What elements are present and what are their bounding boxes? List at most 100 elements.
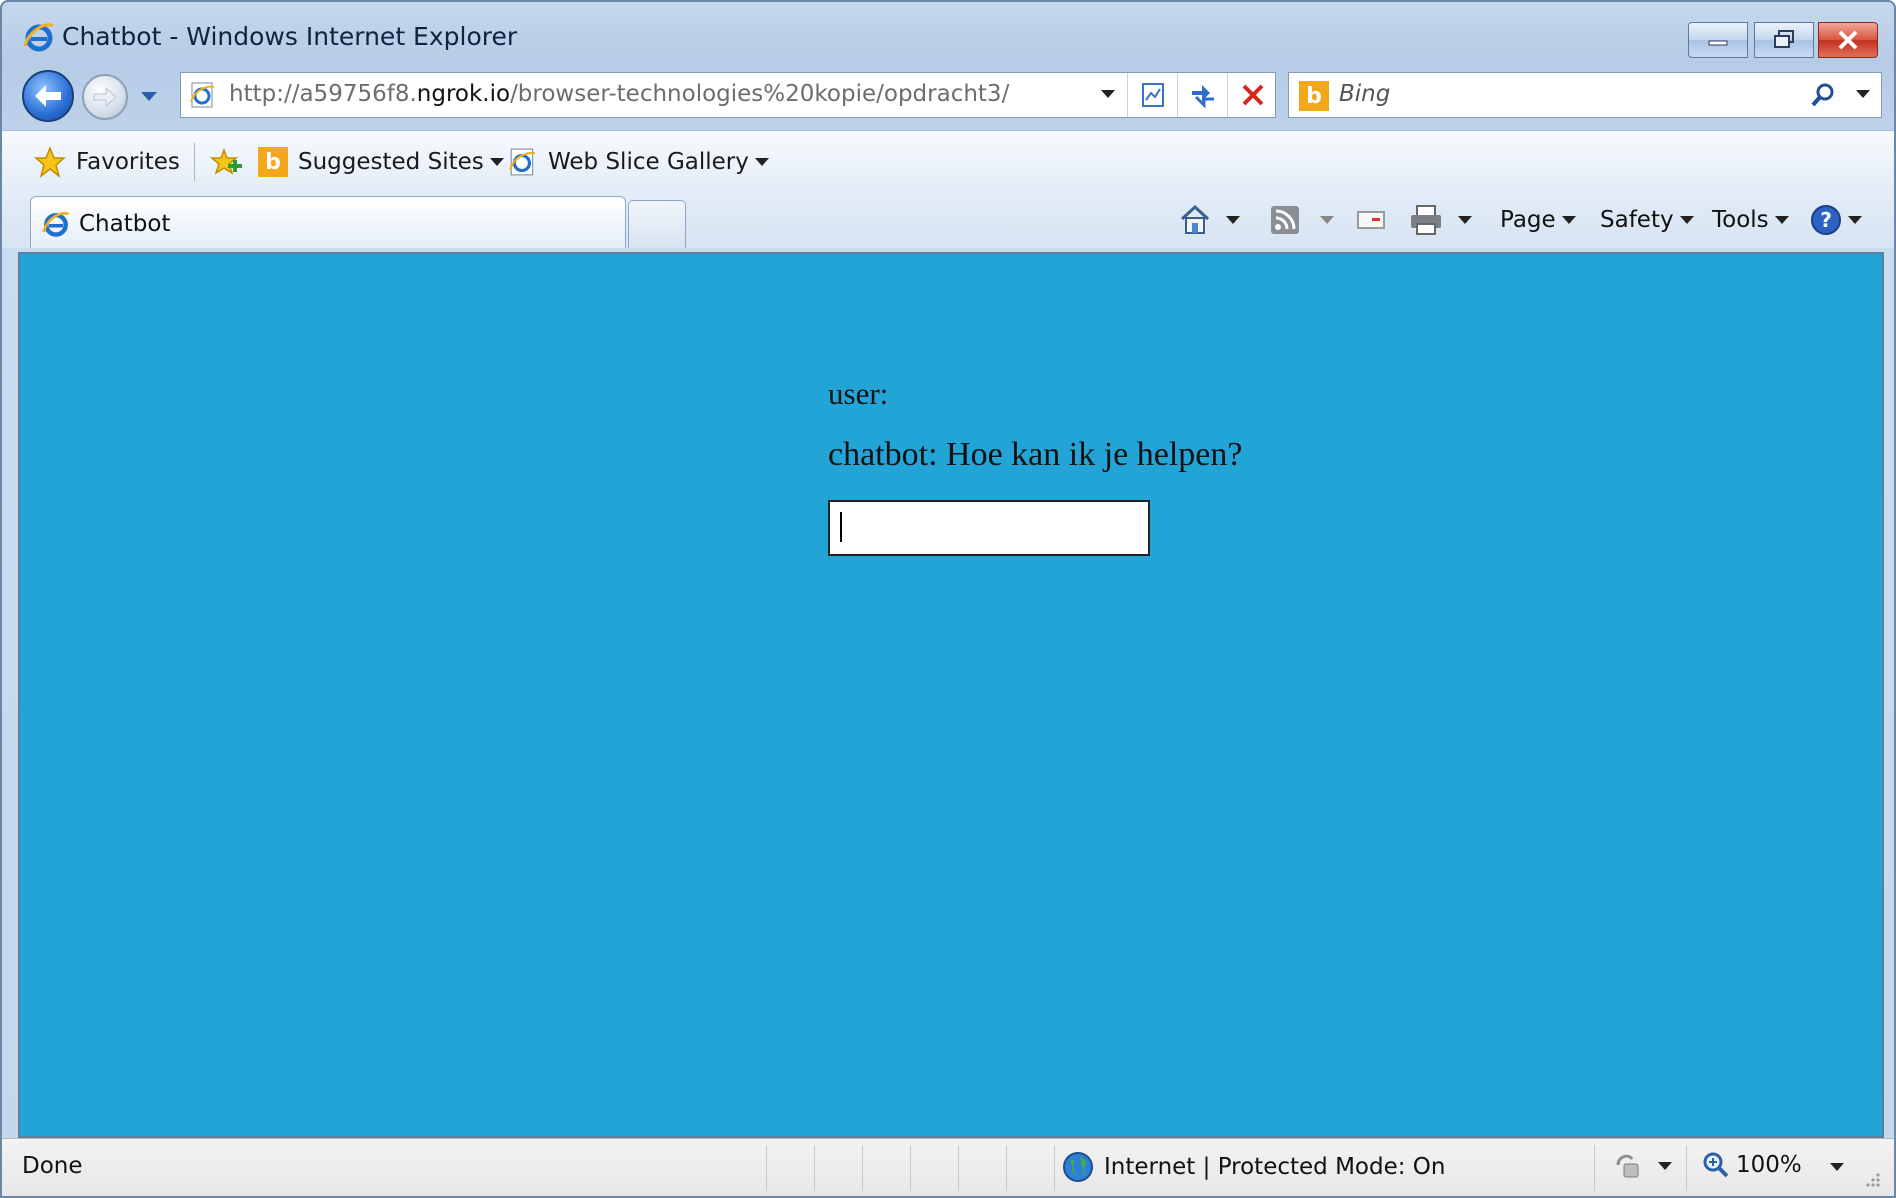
search-options-dropdown-icon[interactable] <box>1855 87 1871 101</box>
tab-chatbot[interactable]: Chatbot <box>30 196 626 248</box>
rss-feed-icon <box>1271 206 1299 234</box>
svg-text:?: ? <box>1820 208 1832 232</box>
page-menu-label: Page <box>1500 207 1556 233</box>
chevron-down-icon[interactable] <box>1458 216 1472 224</box>
chevron-down-icon <box>1658 1162 1672 1170</box>
ie-page-icon <box>190 82 215 108</box>
chevron-down-icon <box>1561 216 1576 224</box>
tab-title: Chatbot <box>79 211 171 237</box>
search-placeholder: Bing <box>1339 81 1391 107</box>
help-menu[interactable]: ? <box>1810 200 1862 240</box>
home-icon <box>1180 204 1210 234</box>
favorites-bar: Favorites b Suggested Sites Web Slice Ga… <box>2 130 1894 192</box>
status-separator <box>766 1145 767 1191</box>
url-path: /browser-technologies%20kopie/opdracht3/ <box>510 81 1010 107</box>
navigation-bar: http://a59756f8.ngrok.io/browser-technol… <box>2 68 1894 124</box>
status-separator <box>814 1145 815 1191</box>
status-bar: Done Internet | Protected Mode: On 100% <box>2 1138 1894 1196</box>
printer-icon <box>1411 205 1441 235</box>
web-slice-gallery-label: Web Slice Gallery <box>548 149 749 175</box>
browser-window: Chatbot - Windows Internet Explorer http… <box>0 0 1896 1198</box>
zoom-level-button[interactable]: 100% <box>1702 1151 1802 1179</box>
address-url[interactable]: http://a59756f8.ngrok.io/browser-technol… <box>229 81 1009 107</box>
chevron-down-icon[interactable] <box>1226 216 1240 224</box>
favorites-label: Favorites <box>76 149 180 175</box>
chevron-down-icon <box>1774 216 1789 224</box>
security-zone[interactable]: Internet | Protected Mode: On <box>1062 1151 1446 1183</box>
security-zone-text: Internet | Protected Mode: On <box>1104 1154 1446 1180</box>
close-window-button[interactable] <box>1818 22 1878 58</box>
chevron-down-icon <box>754 158 769 166</box>
ie-page-icon <box>509 148 536 176</box>
read-mail-button[interactable] <box>1356 200 1386 240</box>
page-menu[interactable]: Page <box>1500 200 1576 240</box>
ie-logo-icon <box>42 212 70 237</box>
ie-logo-icon <box>23 23 54 52</box>
search-box[interactable]: b Bing <box>1288 72 1882 118</box>
star-icon <box>34 146 66 178</box>
status-separator <box>1594 1145 1595 1191</box>
chatbot-message: chatbot: Hoe kan ik je helpen? <box>828 436 1243 473</box>
text-caret <box>840 512 842 542</box>
help-icon: ? <box>1811 205 1841 235</box>
chat-input[interactable] <box>828 500 1150 556</box>
chevron-down-icon <box>489 158 504 166</box>
web-slice-gallery-button[interactable]: Web Slice Gallery <box>508 145 769 179</box>
window-title: Chatbot - Windows Internet Explorer <box>62 22 518 51</box>
tools-menu-label: Tools <box>1712 207 1769 233</box>
chevron-down-icon <box>1679 216 1694 224</box>
user-message: user: <box>828 376 889 411</box>
recent-pages-dropdown-icon[interactable] <box>138 86 160 106</box>
status-separator <box>862 1145 863 1191</box>
add-to-favorites-bar-button[interactable] <box>208 145 244 179</box>
favorites-button[interactable]: Favorites <box>34 145 180 179</box>
status-separator <box>1686 1145 1687 1191</box>
chevron-down-icon[interactable] <box>1320 216 1334 224</box>
tools-menu[interactable]: Tools <box>1712 200 1789 240</box>
suggested-sites-label: Suggested Sites <box>298 149 484 175</box>
refresh-button[interactable] <box>1177 73 1227 117</box>
favorites-separator <box>194 143 195 181</box>
status-separator <box>910 1145 911 1191</box>
stop-x-icon <box>1242 84 1263 106</box>
close-icon <box>1838 30 1858 50</box>
zoom-icon <box>1703 1152 1729 1178</box>
title-bar[interactable]: Chatbot - Windows Internet Explorer <box>2 2 1894 70</box>
globe-icon <box>1063 1152 1093 1182</box>
back-button[interactable] <box>22 70 74 122</box>
feeds-button[interactable] <box>1270 200 1334 240</box>
chat-area: user: chatbot: Hoe kan ik je helpen? <box>828 372 1242 556</box>
print-button[interactable] <box>1408 200 1472 240</box>
minimize-icon <box>1708 40 1728 46</box>
compatibility-view-icon <box>1141 83 1164 107</box>
address-dropdown-icon[interactable] <box>1099 87 1117 101</box>
forward-button[interactable] <box>82 74 128 120</box>
bing-icon: b <box>258 147 288 177</box>
chat-input-wrapper <box>828 480 1150 556</box>
arrow-right-icon <box>93 86 117 108</box>
stop-button[interactable] <box>1227 73 1277 117</box>
shield-lock-icon <box>1616 1154 1639 1178</box>
page-content: user: chatbot: Hoe kan ik je helpen? <box>18 252 1884 1138</box>
safety-menu[interactable]: Safety <box>1600 200 1694 240</box>
zoom-dropdown-icon[interactable] <box>1830 1163 1844 1171</box>
new-tab-button[interactable] <box>628 200 686 248</box>
status-separator <box>1054 1145 1055 1191</box>
suggested-sites-button[interactable]: b Suggested Sites <box>258 145 504 179</box>
status-text: Done <box>22 1153 83 1179</box>
compatibility-view-button[interactable] <box>1127 73 1177 117</box>
minimize-button[interactable] <box>1688 22 1748 58</box>
address-bar[interactable]: http://a59756f8.ngrok.io/browser-technol… <box>180 72 1276 118</box>
safety-menu-label: Safety <box>1600 207 1674 233</box>
refresh-icon <box>1191 85 1214 109</box>
restore-button[interactable] <box>1754 22 1814 58</box>
status-separator <box>1006 1145 1007 1191</box>
status-separator <box>958 1145 959 1191</box>
search-icon[interactable] <box>1809 81 1837 109</box>
zoom-level-text: 100% <box>1736 1152 1802 1178</box>
protected-mode-button[interactable] <box>1612 1151 1672 1181</box>
arrow-left-icon <box>35 85 61 107</box>
home-button[interactable] <box>1178 200 1240 240</box>
bing-logo-icon: b <box>1299 81 1329 111</box>
resize-grip-icon[interactable] <box>1862 1169 1882 1189</box>
